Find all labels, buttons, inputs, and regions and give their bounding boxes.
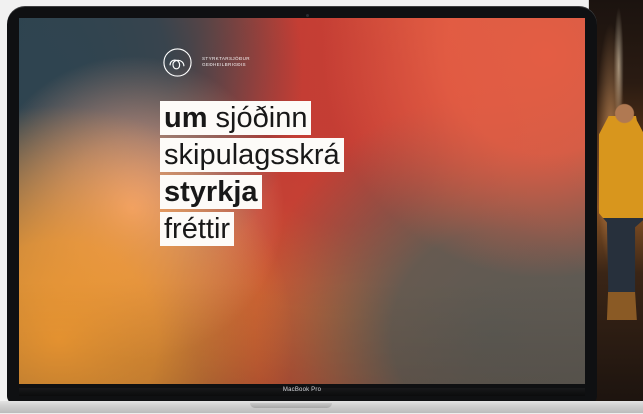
stage: STYRKTARSJÓÐUR GEÐHEILBRIGÐIS um sjóðinn… [0, 0, 643, 414]
brand-wordmark: STYRKTARSJÓÐUR GEÐHEILBRIGÐIS [202, 56, 250, 68]
nav-item-about: um sjóðinn [160, 101, 344, 135]
laptop-notch [250, 403, 332, 408]
nav-item-news: fréttir [160, 212, 344, 246]
news-link[interactable]: fréttir [160, 212, 235, 246]
macbook-label: MacBook Pro [282, 387, 322, 393]
person-silhouette [599, 88, 643, 320]
brand-loop-icon [163, 48, 192, 77]
about-link-text: sjóðinn [207, 102, 308, 134]
laptop-base [0, 401, 643, 414]
grants-link[interactable]: styrkja [160, 175, 262, 209]
brand-line-2: GEÐHEILBRIGÐIS [202, 62, 246, 67]
main-navigation: um sjóðinn skipulagsskrá styrkja fréttir [160, 101, 344, 249]
about-link-bold-text: um [164, 102, 208, 134]
brand-lockup: STYRKTARSJÓÐUR GEÐHEILBRIGÐIS [160, 45, 250, 80]
about-link[interactable]: um sjóðinn [160, 101, 312, 135]
macbook: STYRKTARSJÓÐUR GEÐHEILBRIGÐIS um sjóðinn… [7, 6, 597, 404]
charter-link[interactable]: skipulagsskrá [160, 138, 344, 172]
website-screen: STYRKTARSJÓÐUR GEÐHEILBRIGÐIS um sjóðinn… [19, 18, 585, 384]
background-photo [589, 0, 643, 414]
nav-item-charter: skipulagsskrá [160, 138, 344, 172]
camera [306, 14, 309, 17]
nav-item-grants: styrkja [160, 175, 344, 209]
